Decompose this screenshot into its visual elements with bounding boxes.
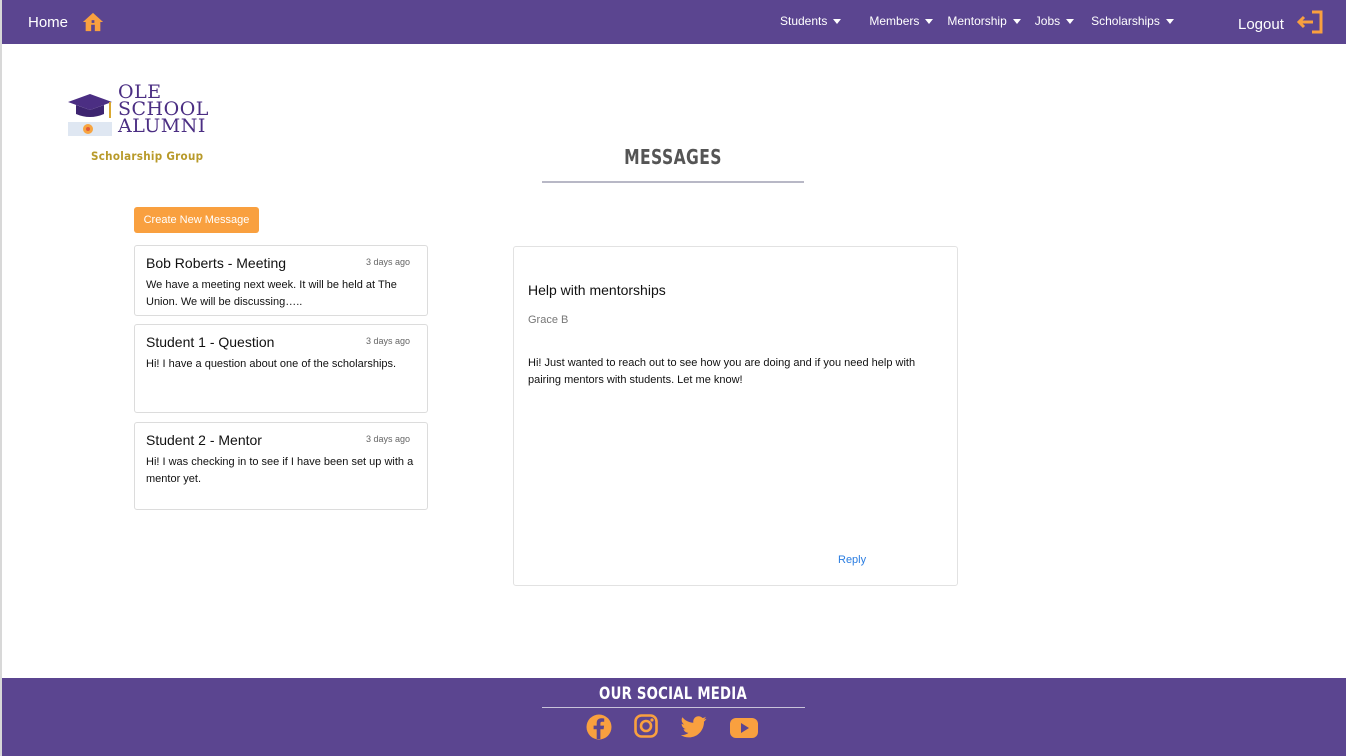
caret-down-icon	[1066, 18, 1075, 24]
nav-home-label: Home	[28, 13, 69, 31]
footer-title: OUR SOCIAL MEDIA	[599, 684, 747, 704]
title-divider	[542, 181, 804, 183]
logo-wordmark: OLE SCHOOL ALUMNI	[118, 83, 209, 137]
logout-icon[interactable]	[1296, 10, 1324, 39]
message-timestamp: 3 days ago	[365, 434, 410, 444]
caret-down-icon	[833, 18, 842, 24]
nav-mentorship-dropdown[interactable]: Mentorship	[947, 14, 1021, 28]
caret-down-icon	[925, 18, 934, 24]
caret-down-icon	[1012, 18, 1021, 24]
facebook-icon[interactable]	[586, 714, 612, 740]
message-sender: Grace B	[528, 314, 569, 326]
message-title: Student 2 - Mentor	[146, 432, 262, 448]
message-detail-panel: Help with mentorships Grace B Hi! Just w…	[513, 246, 958, 586]
home-icon[interactable]	[82, 11, 104, 33]
message-preview: Hi! I have a question about one of the s…	[146, 358, 397, 370]
message-title: Student 1 - Question	[146, 334, 275, 350]
message-list-item[interactable]: Student 2 - Mentor 3 days ago Hi! I was …	[134, 422, 428, 510]
ole-school-alumni-logo: OLE SCHOOL ALUMNI Scholarship Group	[66, 83, 236, 168]
instagram-icon[interactable]	[634, 714, 658, 738]
graduation-cap-icon	[66, 88, 116, 145]
message-preview: We have a meeting next week. It will be …	[146, 279, 397, 308]
nav-scholarships-label: Scholarships	[1091, 14, 1160, 28]
logout-label: Logout	[1238, 16, 1284, 33]
message-list-item[interactable]: Bob Roberts - Meeting 3 days ago We have…	[134, 245, 428, 316]
nav-scholarships-dropdown[interactable]: Scholarships	[1091, 14, 1174, 28]
logo-subtitle: Scholarship Group	[91, 149, 204, 163]
message-body: Hi! Just wanted to reach out to see how …	[528, 357, 916, 386]
page-title: MESSAGES	[624, 145, 722, 169]
twitter-icon[interactable]	[681, 716, 707, 738]
nav-mentorship-label: Mentorship	[947, 14, 1007, 28]
message-list-item[interactable]: Student 1 - Question 3 days ago Hi! I ha…	[134, 324, 428, 413]
window-edge	[0, 0, 2, 756]
nav-members-label: Members	[869, 14, 920, 28]
youtube-icon[interactable]	[730, 718, 758, 738]
nav-jobs-label: Jobs	[1034, 14, 1061, 28]
reply-link[interactable]: Reply	[838, 554, 866, 566]
message-timestamp: 3 days ago	[365, 336, 410, 346]
nav-menu: Students Members Mentorship Jobs Scholar…	[780, 14, 1174, 28]
message-preview: Hi! I was checking in to see if I have b…	[146, 456, 414, 485]
create-new-message-button[interactable]: Create New Message	[134, 207, 259, 233]
top-navbar: Home Students Members Mentorship Jobs Sc…	[2, 0, 1346, 44]
nav-jobs-dropdown[interactable]: Jobs	[1034, 14, 1075, 28]
message-title: Bob Roberts - Meeting	[146, 255, 287, 271]
nav-students-label: Students	[780, 14, 828, 28]
caret-down-icon	[1165, 18, 1174, 24]
message-timestamp: 3 days ago	[365, 257, 410, 267]
nav-students-dropdown[interactable]: Students	[780, 14, 842, 28]
nav-home-link[interactable]: Home	[28, 11, 104, 33]
message-subject: Help with mentorships	[528, 282, 666, 298]
nav-members-dropdown[interactable]: Members	[869, 14, 934, 28]
logout-link[interactable]: Logout	[1238, 10, 1324, 39]
footer-divider	[542, 707, 805, 708]
footer: OUR SOCIAL MEDIA	[2, 678, 1346, 756]
logo-line-alumni: ALUMNI	[118, 115, 206, 137]
